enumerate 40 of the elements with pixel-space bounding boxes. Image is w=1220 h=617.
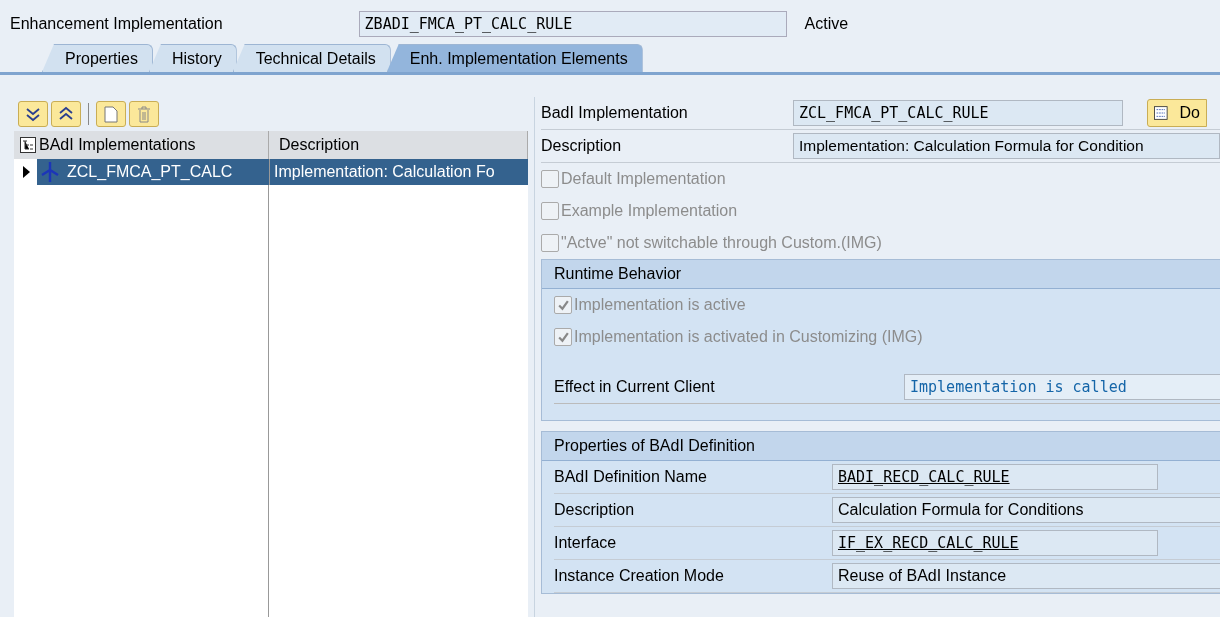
toolbar-button[interactable]: Do — [1147, 99, 1207, 127]
plane-icon — [41, 162, 59, 182]
field-label: BAdI Definition Name — [554, 468, 708, 486]
input-field[interactable]: Calculation Formula for Conditions — [832, 497, 1220, 523]
column-header[interactable]: BAdI Implementations — [14, 131, 269, 159]
grid-icon — [1154, 105, 1168, 121]
field-label: Effect in Current Client — [554, 378, 716, 396]
input-field[interactable]: Implementation is called — [904, 374, 1220, 400]
column-header[interactable]: Description — [269, 131, 528, 159]
field-label: Enhancement Implementation — [10, 15, 223, 33]
trash-icon — [137, 105, 151, 123]
tab[interactable]: History — [148, 44, 237, 72]
input-field[interactable]: IF_EX_RECD_CALC_RULE — [832, 530, 1158, 556]
table-cell: Implementation: Calculation Fo — [269, 159, 528, 185]
chevron-up-icon — [58, 106, 74, 122]
collapse-all-button[interactable] — [51, 101, 81, 127]
delete-button[interactable] — [129, 101, 159, 127]
field-label: Instance Creation Mode — [554, 567, 725, 585]
tree-item[interactable]: ZCL_FMCA_PT_CALC — [37, 159, 269, 185]
tab[interactable]: Properties — [42, 44, 153, 72]
input-field[interactable]: ZCL_FMCA_PT_CALC_RULE — [793, 100, 1123, 126]
new-button[interactable] — [96, 101, 126, 127]
tree-icon — [20, 137, 36, 153]
document-icon — [104, 105, 118, 123]
input-field[interactable]: Reuse of BAdI Instance — [832, 563, 1220, 589]
expand-all-button[interactable] — [18, 101, 48, 127]
group-title: Runtime Behavior — [542, 260, 1220, 289]
input-field[interactable]: BADI_RECD_CALC_RULE — [832, 464, 1158, 490]
field-label: Description — [541, 137, 623, 155]
tab[interactable]: Technical Details — [232, 44, 391, 72]
tab[interactable]: Enh. Implementation Elements — [386, 44, 643, 72]
status-text: Active — [804, 15, 849, 33]
field-label: Interface — [554, 534, 618, 552]
chevron-down-icon — [25, 106, 41, 122]
expand-arrow-icon[interactable] — [22, 166, 31, 178]
field-label: Description — [554, 501, 636, 519]
input-field[interactable]: Implementation: Calculation Formula for Condition — [793, 133, 1220, 159]
group-title: Properties of BAdI Definition — [542, 432, 1220, 461]
input-field[interactable]: ZBADI_FMCA_PT_CALC_RULE — [358, 11, 787, 37]
field-label: BadI Implementation — [541, 104, 689, 122]
